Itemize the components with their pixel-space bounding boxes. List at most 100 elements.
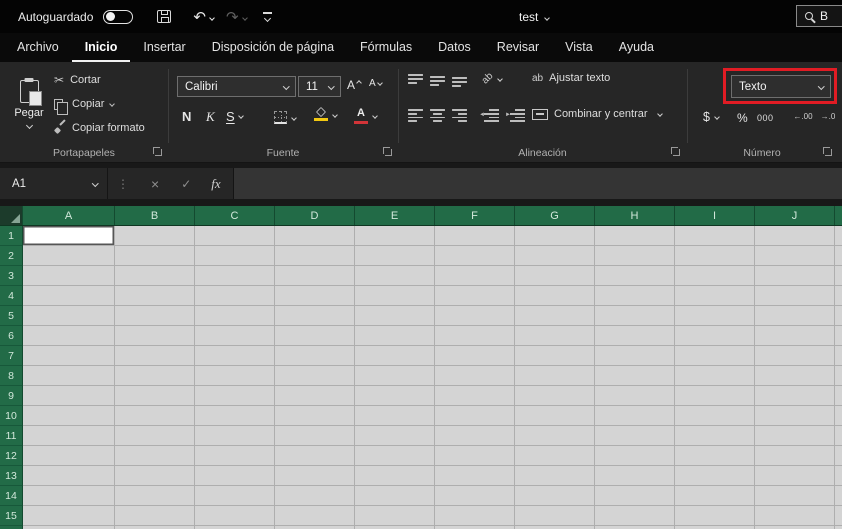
row-header-4[interactable]: 4 xyxy=(0,286,23,306)
cell-E8[interactable] xyxy=(355,366,435,386)
cell-G1[interactable] xyxy=(515,226,595,246)
formula-input[interactable] xyxy=(232,168,842,199)
cell-E14[interactable] xyxy=(355,486,435,506)
row-header-11[interactable]: 11 xyxy=(0,426,23,446)
cell-E3[interactable] xyxy=(355,266,435,286)
decrease-font-size-button[interactable]: A xyxy=(369,78,383,89)
increase-font-size-button[interactable]: A xyxy=(347,78,362,92)
column-header-D[interactable]: D xyxy=(275,206,355,225)
column-header-A[interactable]: A xyxy=(23,206,115,225)
cell-E4[interactable] xyxy=(355,286,435,306)
cell-I1[interactable] xyxy=(675,226,755,246)
merge-center-button[interactable]: Combinar y centrar xyxy=(532,108,663,120)
cell-A6[interactable] xyxy=(23,326,115,346)
cell-A13[interactable] xyxy=(23,466,115,486)
cell-C3[interactable] xyxy=(195,266,275,286)
cell-I5[interactable] xyxy=(675,306,755,326)
cell-F4[interactable] xyxy=(435,286,515,306)
cell-A8[interactable] xyxy=(23,366,115,386)
cell-A1[interactable] xyxy=(23,226,115,246)
tab-inicio[interactable]: Inicio xyxy=(71,33,131,62)
cell-E5[interactable] xyxy=(355,306,435,326)
tab-revisar[interactable]: Revisar xyxy=(484,33,552,62)
cell-I7[interactable] xyxy=(675,346,755,366)
cell-J11[interactable] xyxy=(755,426,835,446)
cell-partial[interactable] xyxy=(835,406,842,426)
tab-disposicion-de-pagina[interactable]: Disposición de página xyxy=(199,33,347,62)
cell-G6[interactable] xyxy=(515,326,595,346)
cell-E9[interactable] xyxy=(355,386,435,406)
undo-dropdown-icon[interactable] xyxy=(209,14,215,21)
cell-D7[interactable] xyxy=(275,346,355,366)
cell-H3[interactable] xyxy=(595,266,675,286)
cell-F2[interactable] xyxy=(435,246,515,266)
cell-B8[interactable] xyxy=(115,366,195,386)
row-header-1[interactable]: 1 xyxy=(0,226,23,246)
cell-A12[interactable] xyxy=(23,446,115,466)
row-header-12[interactable]: 12 xyxy=(0,446,23,466)
cell-A11[interactable] xyxy=(23,426,115,446)
cell-D11[interactable] xyxy=(275,426,355,446)
cell-F9[interactable] xyxy=(435,386,515,406)
cell-C2[interactable] xyxy=(195,246,275,266)
cell-F6[interactable] xyxy=(435,326,515,346)
cell-J7[interactable] xyxy=(755,346,835,366)
cell-C7[interactable] xyxy=(195,346,275,366)
increase-indent-button[interactable]: ► xyxy=(505,109,525,122)
row-header-10[interactable]: 10 xyxy=(0,406,23,426)
cell-C10[interactable] xyxy=(195,406,275,426)
cell-E13[interactable] xyxy=(355,466,435,486)
column-header-G[interactable]: G xyxy=(515,206,595,225)
cell-F5[interactable] xyxy=(435,306,515,326)
format-painter-button[interactable]: Copiar formato xyxy=(54,119,145,137)
cell-F1[interactable] xyxy=(435,226,515,246)
cell-H10[interactable] xyxy=(595,406,675,426)
cell-G12[interactable] xyxy=(515,446,595,466)
redo-dropdown-icon[interactable] xyxy=(241,14,248,21)
column-header-C[interactable]: C xyxy=(195,206,275,225)
cell-C4[interactable] xyxy=(195,286,275,306)
align-top-button[interactable] xyxy=(408,74,423,87)
column-header-I[interactable]: I xyxy=(675,206,755,225)
clipboard-dialog-launcher-icon[interactable] xyxy=(153,147,162,156)
comma-style-button[interactable]: 000 xyxy=(757,113,774,123)
font-size-combobox[interactable]: 11 xyxy=(298,76,341,97)
cell-partial[interactable] xyxy=(835,386,842,406)
row-header-13[interactable]: 13 xyxy=(0,466,23,486)
cell-J9[interactable] xyxy=(755,386,835,406)
row-header-6[interactable]: 6 xyxy=(0,326,23,346)
cell-I2[interactable] xyxy=(675,246,755,266)
cell-H13[interactable] xyxy=(595,466,675,486)
tab-insertar[interactable]: Insertar xyxy=(130,33,198,62)
cell-F14[interactable] xyxy=(435,486,515,506)
cell-D10[interactable] xyxy=(275,406,355,426)
cell-B13[interactable] xyxy=(115,466,195,486)
alignment-dialog-launcher-icon[interactable] xyxy=(671,147,680,156)
cell-B2[interactable] xyxy=(115,246,195,266)
cell-J10[interactable] xyxy=(755,406,835,426)
cell-G9[interactable] xyxy=(515,386,595,406)
row-header-3[interactable]: 3 xyxy=(0,266,23,286)
cell-H8[interactable] xyxy=(595,366,675,386)
cell-partial[interactable] xyxy=(835,486,842,506)
cell-A10[interactable] xyxy=(23,406,115,426)
cell-F15[interactable] xyxy=(435,506,515,526)
cell-D13[interactable] xyxy=(275,466,355,486)
cell-B7[interactable] xyxy=(115,346,195,366)
tab-formulas[interactable]: Fórmulas xyxy=(347,33,425,62)
enter-icon[interactable]: ✓ xyxy=(181,177,191,191)
cell-B15[interactable] xyxy=(115,506,195,526)
decrease-indent-button[interactable]: ◄ xyxy=(479,109,499,122)
cell-H14[interactable] xyxy=(595,486,675,506)
cell-F13[interactable] xyxy=(435,466,515,486)
cell-B6[interactable] xyxy=(115,326,195,346)
cell-A2[interactable] xyxy=(23,246,115,266)
redo-button[interactable]: ↷ xyxy=(226,8,248,26)
cell-G2[interactable] xyxy=(515,246,595,266)
percent-style-button[interactable]: % xyxy=(737,111,748,125)
cell-E10[interactable] xyxy=(355,406,435,426)
cell-B12[interactable] xyxy=(115,446,195,466)
align-right-button[interactable] xyxy=(452,109,467,122)
search-box[interactable]: B xyxy=(796,5,842,27)
cell-D14[interactable] xyxy=(275,486,355,506)
